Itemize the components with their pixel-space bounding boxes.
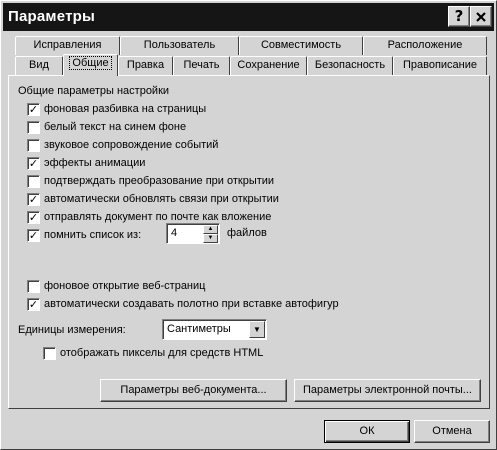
spin-down-button[interactable]: ▼ <box>203 234 218 243</box>
units-select[interactable]: Сантиметры ▼ <box>162 319 267 340</box>
ok-button[interactable]: ОК <box>324 420 410 443</box>
tab-label: Общие <box>69 56 112 70</box>
window-title: Параметры <box>8 8 95 25</box>
tab-label: Правописание <box>402 59 478 71</box>
tab-save[interactable]: Сохранение <box>230 56 307 75</box>
checkbox[interactable]: ✓ <box>27 103 40 116</box>
option-label: белый текст на синем фоне <box>44 121 187 133</box>
tab-spelling[interactable]: Правописание <box>393 56 487 75</box>
checkbox[interactable] <box>27 121 40 134</box>
units-label: Единицы измерения: <box>18 324 126 336</box>
tab-edit[interactable]: Правка <box>118 56 173 75</box>
units-value: Сантиметры <box>167 323 231 335</box>
help-button[interactable]: ? <box>448 6 470 27</box>
checkbox[interactable] <box>43 347 56 360</box>
tab-label: Сохранение <box>237 59 300 71</box>
option-label: фоновое открытие веб-страниц <box>44 280 206 292</box>
tab-label: Вид <box>29 59 49 71</box>
option-label: звуковое сопровождение событий <box>44 139 219 151</box>
checkbox[interactable] <box>27 280 40 293</box>
options-dialog: Параметры ? Исправления Пользователь Сов… <box>0 0 497 450</box>
option-label: фоновая разбивка на страницы <box>44 103 207 115</box>
tab-location[interactable]: Расположение <box>363 36 487 55</box>
tab-print[interactable]: Печать <box>173 56 230 75</box>
recent-files-count: 4 <box>171 227 178 239</box>
checkbox[interactable] <box>27 175 40 188</box>
tab-label: Безопасность <box>314 59 386 71</box>
tab-view[interactable]: Вид <box>15 56 63 75</box>
option-label: эффекты анимации <box>44 157 146 169</box>
checkbox[interactable]: ✓ <box>27 157 40 170</box>
tab-compatibility[interactable]: Совместимость <box>239 36 363 55</box>
tab-label: Исправления <box>33 39 102 51</box>
tab-label: Совместимость <box>260 39 342 51</box>
group-label: Общие параметры настройки <box>18 85 170 97</box>
checkbox[interactable]: ✓ <box>27 211 40 224</box>
web-options-button[interactable]: Параметры веб-документа... <box>100 379 287 402</box>
tab-corrections[interactable]: Исправления <box>15 36 120 55</box>
recent-files-spinner[interactable]: 4 ▲ ▼ <box>166 223 220 244</box>
close-icon <box>476 12 486 22</box>
spin-up-button[interactable]: ▲ <box>203 225 218 234</box>
checkbox[interactable] <box>27 139 40 152</box>
tab-security[interactable]: Безопасность <box>307 56 393 75</box>
cancel-button[interactable]: Отмена <box>414 420 490 443</box>
option-label: автоматически создавать полотно при вста… <box>44 298 339 310</box>
recent-files-suffix: файлов <box>227 227 267 239</box>
option-label: автоматически обновлять связи при открыт… <box>44 193 279 205</box>
title-bar: Параметры ? <box>3 3 494 31</box>
email-options-button[interactable]: Параметры электронной почты... <box>294 379 481 402</box>
option-label: отправлять документ по почте как вложени… <box>44 211 272 223</box>
checkbox[interactable]: ✓ <box>27 229 40 242</box>
tab-label: Пользователь <box>143 39 216 51</box>
option-label: отображать пикселы для средств HTML <box>60 347 264 359</box>
tab-user[interactable]: Пользователь <box>120 36 239 55</box>
tab-general[interactable]: Общие <box>63 54 118 76</box>
chevron-down-icon[interactable]: ▼ <box>249 321 265 338</box>
option-label: помнить список из: <box>44 229 142 241</box>
tab-label: Печать <box>183 59 220 71</box>
checkbox[interactable]: ✓ <box>27 193 40 206</box>
general-tab-panel: Общие параметры настройки ✓ фоновая разб… <box>8 75 490 409</box>
tab-label: Расположение <box>387 39 463 51</box>
tab-label: Правка <box>126 59 165 71</box>
option-label: подтверждать преобразование при открытии <box>44 175 275 187</box>
checkbox[interactable]: ✓ <box>27 298 40 311</box>
close-button[interactable] <box>470 6 492 27</box>
